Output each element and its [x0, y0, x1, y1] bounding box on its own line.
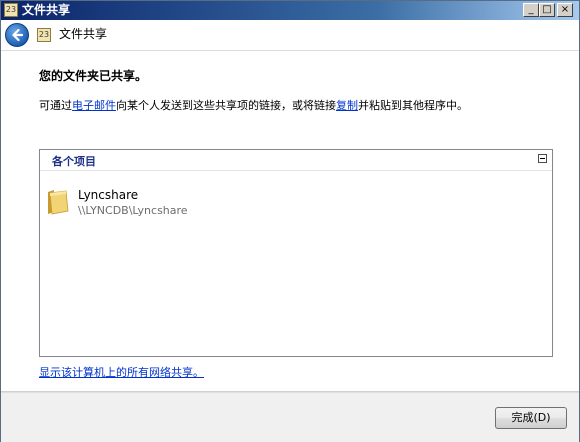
- navigation-bar: 23 文件共享: [1, 20, 579, 51]
- finish-button[interactable]: 完成(D): [495, 407, 567, 429]
- description-suffix: 并粘贴到其他程序中。: [358, 99, 468, 112]
- wizard-title: 文件共享: [59, 27, 108, 41]
- shared-items-panel: 各个项目 Lyncshare \\LYNCDB\Lyncshare: [39, 149, 553, 357]
- window-title: 文件共享: [22, 3, 71, 17]
- list-item[interactable]: Lyncshare \\LYNCDB\Lyncshare: [44, 184, 344, 224]
- title-bar[interactable]: 23 文件共享 _ □ ×: [1, 1, 579, 20]
- main-content: 您的文件夹已共享。 可通过电子邮件向某个人发送到这些共享项的链接，或将链接复制并…: [1, 51, 579, 391]
- back-arrow-icon: [12, 28, 24, 42]
- item-path: \\LYNCDB\Lyncshare: [78, 204, 188, 217]
- maximize-button[interactable]: □: [539, 3, 555, 17]
- minimize-button[interactable]: _: [523, 3, 539, 17]
- panel-header[interactable]: 各个项目: [40, 150, 552, 171]
- footer: 完成(D): [1, 392, 579, 442]
- file-sharing-icon: 23: [4, 3, 18, 17]
- copy-link[interactable]: 复制: [336, 99, 358, 112]
- close-button[interactable]: ×: [557, 3, 573, 17]
- folder-icon: [48, 190, 69, 215]
- file-sharing-window: 23 文件共享 _ □ × 23 文件共享 您的文件夹已共享。 可通过电子邮件向…: [0, 0, 580, 442]
- description-middle: 向某个人发送到这些共享项的链接，或将链接: [116, 99, 336, 112]
- panel-header-label: 各个项目: [52, 155, 96, 168]
- page-heading: 您的文件夹已共享。: [39, 69, 148, 83]
- collapse-icon[interactable]: [538, 154, 547, 163]
- back-button[interactable]: [5, 23, 29, 47]
- show-all-shares-link[interactable]: 显示该计算机上的所有网络共享。: [39, 364, 204, 380]
- item-name: Lyncshare: [78, 188, 139, 202]
- email-link[interactable]: 电子邮件: [72, 99, 116, 112]
- description: 可通过电子邮件向某个人发送到这些共享项的链接，或将链接复制并粘贴到其他程序中。: [39, 97, 468, 113]
- file-sharing-icon: 23: [37, 28, 51, 42]
- description-prefix: 可通过: [39, 99, 72, 112]
